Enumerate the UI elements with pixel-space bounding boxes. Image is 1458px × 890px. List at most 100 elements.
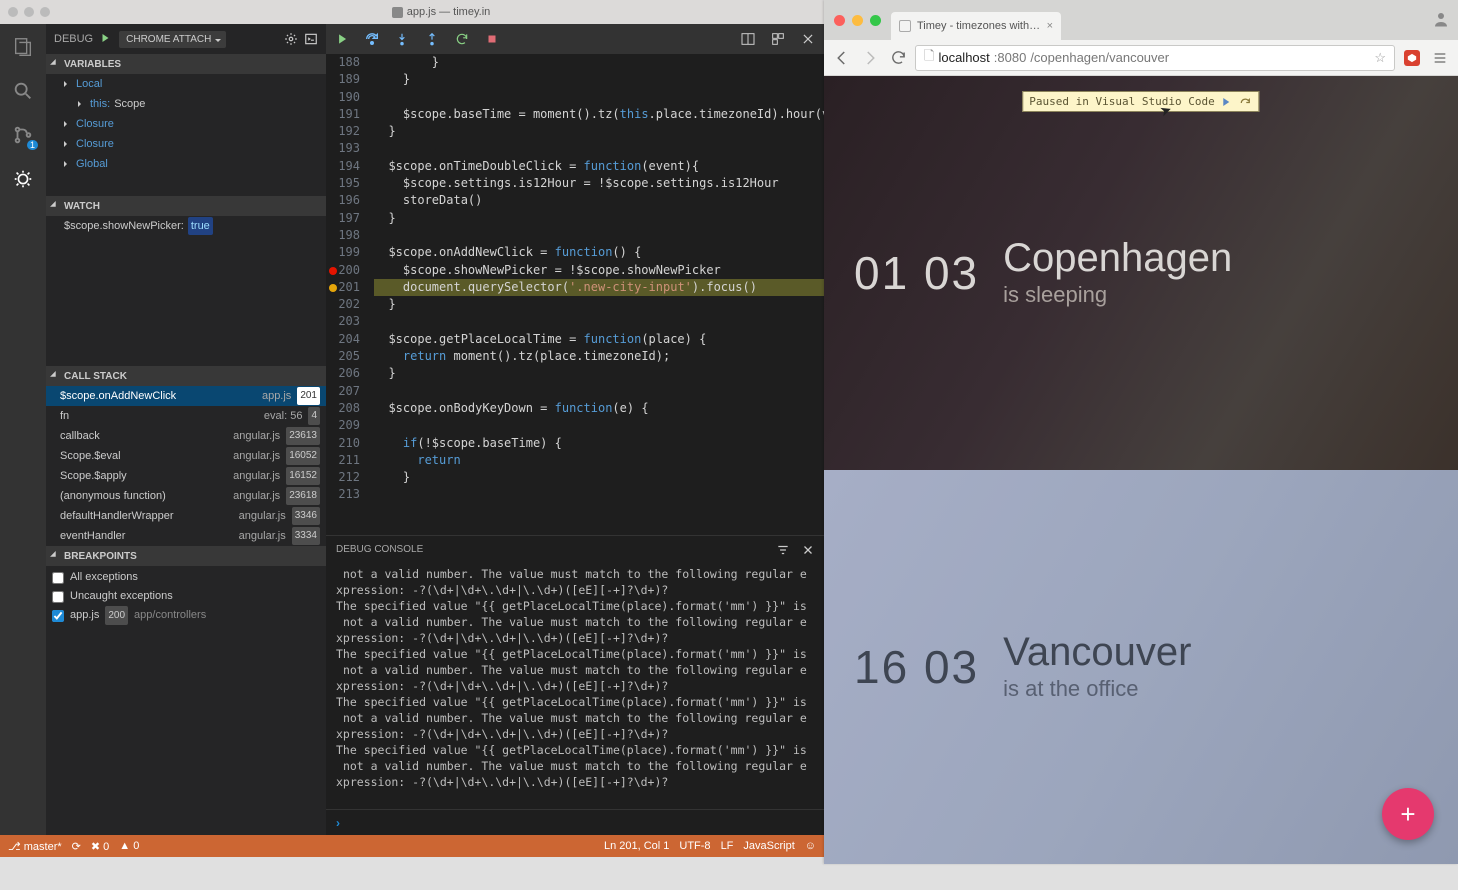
browser-tab[interactable]: Timey - timezones with a h × [891,12,1061,40]
forward-button[interactable] [859,47,881,69]
time-display: 01 03 [854,246,979,300]
favicon [899,20,911,32]
watch-expression[interactable]: $scope.showNewPicker: true [46,216,326,236]
vscode-titlebar: app.js — timey.in [0,0,824,24]
start-debug-icon[interactable] [99,32,113,46]
explorer-icon[interactable] [10,34,36,60]
stop-button[interactable] [482,29,502,49]
traffic-min[interactable] [852,15,863,26]
close-editor-icon[interactable] [798,29,818,49]
step-out-button[interactable] [422,29,442,49]
status-cursor[interactable]: Ln 201, Col 1 [604,840,669,852]
debug-console-output[interactable]: not a valid number. The value must match… [326,564,824,809]
time-display: 16 03 [854,640,979,694]
window-title: app.js — timey.in [407,6,491,18]
reload-button[interactable] [887,47,909,69]
tab-strip: Timey - timezones with a h × [824,0,1458,40]
breakpoints-header[interactable]: BREAKPOINTS [46,546,326,566]
step-icon[interactable] [1239,96,1253,108]
callstack-frame[interactable]: Scope.$applyangular.js16152 [46,466,326,486]
adblock-icon[interactable] [1401,47,1423,69]
city-status: is at the office [1003,676,1191,702]
callstack-frame[interactable]: (anonymous function)angular.js23618 [46,486,326,506]
debug-console-tab[interactable]: DEBUG CONSOLE [336,538,423,562]
profile-icon[interactable] [1432,10,1450,24]
callstack-frame[interactable]: $scope.onAddNewClickapp.js201 [46,386,326,406]
more-icon[interactable] [768,29,788,49]
page-viewport: Paused in Visual Studio Code ➤ 01 03 Cop… [824,76,1458,864]
repl-icon[interactable] [304,32,318,46]
panel-close-icon[interactable] [802,544,814,556]
city-status: is sleeping [1003,282,1232,308]
traffic-close[interactable] [8,7,18,17]
status-encoding[interactable]: UTF-8 [679,840,710,852]
debug-config-select[interactable]: Chrome Attach [119,31,226,48]
scope-node[interactable]: Closure [46,114,326,134]
browser-toolbar: 🗋 localhost:8080/copenhagen/vancouver ☆ [824,40,1458,76]
timezone-row-vancouver[interactable]: 16 03 Vancouver is at the office [824,470,1458,864]
status-errors[interactable]: ✖ 0 [91,840,109,853]
breakpoint-row[interactable]: All exceptions [52,568,320,587]
scope-node[interactable]: Local [46,74,326,94]
breakpoint-checkbox[interactable] [52,591,64,603]
traffic-max[interactable] [40,7,50,17]
url-host: localhost [938,50,989,65]
watch-header[interactable]: WATCH [46,196,326,216]
resume-icon[interactable] [1221,96,1233,108]
breakpoint-row[interactable]: Uncaught exceptions [52,587,320,606]
git-icon[interactable]: 1 [10,122,36,148]
variables-header[interactable]: VARIABLES [46,54,326,74]
traffic-min[interactable] [24,7,34,17]
paused-overlay: Paused in Visual Studio Code [1022,91,1259,112]
traffic-close[interactable] [834,15,845,26]
restart-button[interactable] [452,29,472,49]
git-branch[interactable]: ⎇ master* [8,840,62,853]
breakpoint-checkbox[interactable] [52,572,64,584]
gear-icon[interactable] [284,32,298,46]
debug-sidebar: DEBUG Chrome Attach VARIABLES Localthis:… [46,24,326,835]
bookmark-star-icon[interactable]: ☆ [1374,50,1386,66]
timezone-row-copenhagen[interactable]: 01 03 Copenhagen is sleeping [824,76,1458,470]
city-name: Copenhagen [1003,238,1232,278]
callstack-frame[interactable]: fneval: 564 [46,406,326,426]
tab-close-icon[interactable]: × [1047,20,1053,32]
debug-toolbar [326,24,824,54]
back-button[interactable] [831,47,853,69]
step-over-button[interactable] [362,29,382,49]
callstack-frame[interactable]: eventHandlerangular.js3334 [46,526,326,546]
variable-node[interactable]: this: Scope [46,94,326,114]
editor-group: 1881891901911921931941951961971981992002… [326,24,824,835]
breakpoint-checkbox[interactable] [52,610,64,622]
status-lang[interactable]: JavaScript [743,840,794,852]
panel-filter-icon[interactable] [776,543,790,557]
breakpoint-row[interactable]: app.js 200 app/controllers [52,606,320,625]
status-sync[interactable]: ⟳ [72,840,81,853]
menu-icon[interactable] [1429,47,1451,69]
callstack-frame[interactable]: defaultHandlerWrapperangular.js3346 [46,506,326,526]
code-editor[interactable]: 1881891901911921931941951961971981992002… [326,54,824,535]
vscode-window: app.js — timey.in 1 DEBUG Chrome Attach … [0,0,824,857]
address-bar[interactable]: 🗋 localhost:8080/copenhagen/vancouver ☆ [915,45,1395,71]
chrome-window: Timey - timezones with a h × 🗋 localhost… [824,0,1458,864]
status-warnings[interactable]: ▲ 0 [119,840,139,852]
callstack-frame[interactable]: callbackangular.js23613 [46,426,326,446]
add-city-button[interactable]: + [1382,788,1434,840]
search-icon[interactable] [10,78,36,104]
scope-node[interactable]: Closure [46,134,326,154]
split-editor-icon[interactable] [738,29,758,49]
callstack-frame[interactable]: Scope.$evalangular.js16052 [46,446,326,466]
continue-button[interactable] [332,29,352,49]
callstack-header[interactable]: CALL STACK [46,366,326,386]
status-eol[interactable]: LF [721,840,734,852]
url-port: :8080 [994,50,1027,65]
paused-text: Paused in Visual Studio Code [1029,95,1214,108]
file-icon [392,7,403,18]
scope-node[interactable]: Global [46,154,326,174]
city-name: Vancouver [1003,632,1191,672]
traffic-max[interactable] [870,15,881,26]
status-smile-icon[interactable]: ☺ [805,840,816,852]
debug-console-input[interactable]: › [326,809,824,835]
debug-icon[interactable] [10,166,36,192]
site-info-icon[interactable]: 🗋 [924,47,934,69]
step-into-button[interactable] [392,29,412,49]
